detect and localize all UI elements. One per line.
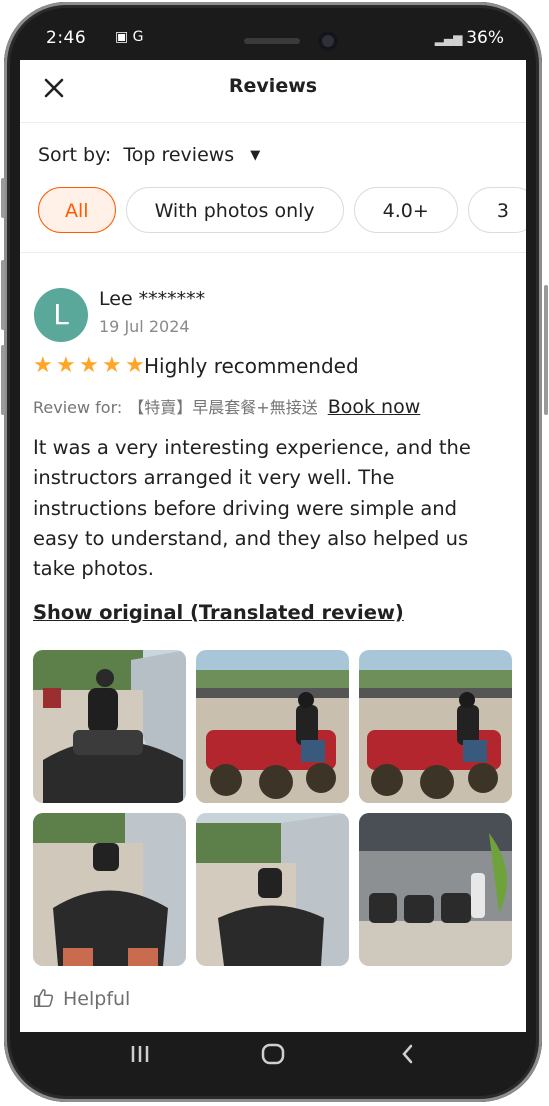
speaker-grille (244, 38, 300, 44)
filter-chip-with-photos[interactable]: With photos only (125, 187, 344, 233)
star-icon: ★ (102, 353, 122, 378)
review-photo[interactable] (359, 813, 512, 966)
review-photos (33, 650, 513, 968)
status-time: 2:46 (46, 28, 87, 48)
review-date: 19 Jul 2024 (99, 317, 190, 336)
filter-chip-all[interactable]: All (38, 187, 116, 233)
volume-button (1, 260, 5, 330)
header: Reviews (20, 60, 526, 123)
battery-status: ▂▄▆ 36% (435, 28, 504, 48)
sort-value[interactable]: Top reviews (123, 144, 234, 166)
review-photo[interactable] (33, 650, 186, 803)
show-original-link[interactable]: Show original (Translated review) (33, 601, 404, 624)
back-button[interactable] (396, 1042, 420, 1070)
product-name: 【特賣】早晨套餐+無接送 (128, 398, 318, 417)
review-photo[interactable] (196, 650, 349, 803)
front-camera (318, 31, 338, 51)
recent-apps-button[interactable] (128, 1042, 152, 1070)
recent-apps-icon (131, 1046, 149, 1062)
star-icon: ★ (33, 353, 53, 378)
avatar: L (34, 288, 88, 342)
review-photo[interactable] (359, 650, 512, 803)
book-now-link[interactable]: Book now (328, 396, 421, 418)
review-photo[interactable] (33, 813, 186, 966)
filter-chip-3-plus[interactable]: 3 (467, 187, 526, 233)
divider (20, 252, 526, 253)
volume-button (1, 178, 5, 218)
volume-button (1, 345, 5, 415)
filter-chip-4-plus[interactable]: 4.0+ (353, 187, 458, 233)
home-icon (261, 1043, 285, 1065)
review-for-row: Review for: 【特賣】早晨套餐+無接送 Book now (33, 394, 420, 418)
helpful-label: Helpful (63, 988, 131, 1010)
star-icon: ★ (79, 353, 99, 378)
star-icon: ★ (56, 353, 76, 378)
review-for-label: Review for: (33, 398, 123, 417)
sort-dropdown[interactable]: Sort by: Top reviews ▼ (38, 144, 260, 166)
review-photo[interactable] (196, 813, 349, 966)
page-title: Reviews (228, 75, 318, 97)
review-headline: Highly recommended (144, 354, 359, 378)
back-icon (402, 1044, 413, 1064)
home-button[interactable] (260, 1042, 286, 1070)
power-button (544, 285, 548, 415)
thumbs-up-icon (34, 988, 54, 1008)
battery-percent: 36% (466, 28, 504, 48)
star-rating: ★ ★ ★ ★ ★ (33, 353, 148, 378)
notification-icons: ▣ G (115, 29, 144, 45)
reviewer-name: Lee ******* (99, 288, 206, 310)
filter-chips: All With photos only 4.0+ 3 (38, 187, 526, 237)
reviews-screen: Reviews Sort by: Top reviews ▼ All With p… (20, 60, 526, 1032)
android-nav-bar (20, 1032, 526, 1082)
signal-icon: ▂▄▆ (434, 32, 467, 46)
sort-label: Sort by: (38, 144, 112, 166)
caret-down-icon: ▼ (250, 148, 261, 163)
review-text: It was a very interesting experience, an… (33, 436, 471, 581)
helpful-button[interactable]: Helpful (33, 987, 130, 1010)
